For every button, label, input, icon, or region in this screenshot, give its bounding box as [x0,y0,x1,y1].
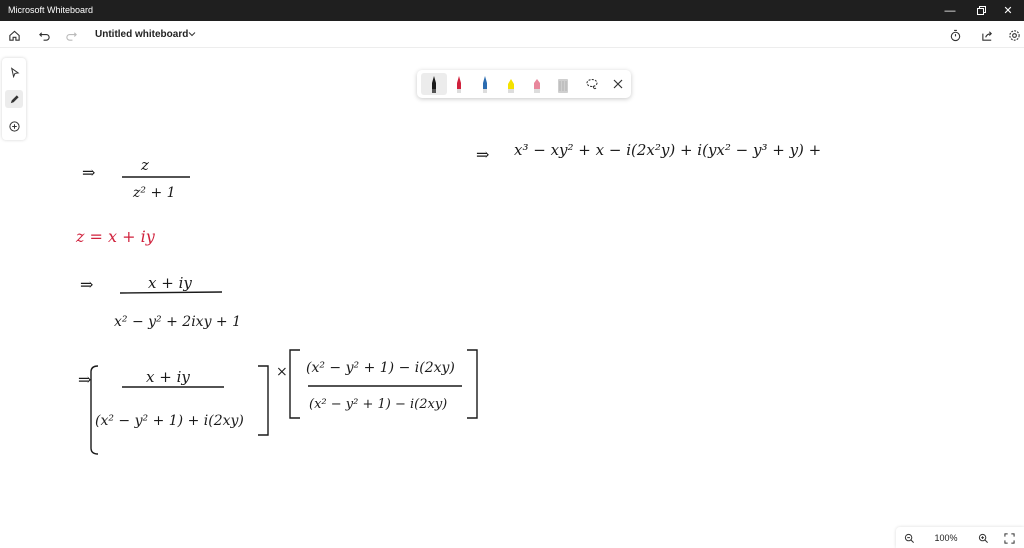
undo-icon [38,31,50,41]
add-circle-icon [8,120,20,132]
undo-button[interactable] [35,26,53,44]
zoom-control: 100% [896,527,1024,548]
chevron-down-icon[interactable] [187,29,197,39]
share-icon [981,30,992,41]
timer-icon [950,29,960,41]
restore-icon [976,6,986,15]
eraser-icon[interactable] [552,73,574,95]
redo-icon [65,31,77,41]
minimize-icon: — [944,4,956,17]
lasso-icon[interactable] [581,73,603,95]
top-toolbar: Untitled whiteboard [0,21,1024,48]
redo-button[interactable] [62,26,80,44]
zoom-in-button[interactable] [974,529,992,547]
close-icon: ✕ [1003,5,1013,17]
app-title: Microsoft Whiteboard [8,5,94,15]
title-bar: Microsoft Whiteboard — ✕ [0,0,1024,21]
yellow-highlighter-icon[interactable] [500,73,522,95]
zoom-out-button[interactable] [900,529,918,547]
inking-tool-button[interactable] [5,90,23,108]
settings-button[interactable] [1005,26,1023,44]
board-name[interactable]: Untitled whiteboard [95,29,188,40]
whiteboard-canvas[interactable] [0,48,1024,548]
black-pen-icon[interactable] [423,73,445,95]
minimize-button[interactable]: — [934,0,966,21]
pen-tray [417,70,631,98]
close-icon[interactable] [607,73,629,95]
zoom-out-icon [904,533,914,543]
blue-pen-icon[interactable] [474,73,496,95]
pen-icon [10,94,19,103]
select-tool-button[interactable] [5,63,23,81]
zoom-level[interactable]: 100% [934,533,958,543]
home-button[interactable] [5,26,23,44]
home-icon [8,30,20,41]
gear-icon [1008,29,1020,41]
fit-screen-icon [1003,532,1015,544]
red-pen-icon[interactable] [448,73,470,95]
select-arrow-icon [10,66,19,78]
tool-sidebar [2,58,26,140]
zoom-in-icon [978,533,988,543]
pink-pen-icon[interactable] [526,73,548,95]
close-window-button[interactable]: ✕ [992,0,1024,21]
add-button[interactable] [5,117,23,135]
share-button[interactable] [978,26,996,44]
fit-to-screen-button[interactable] [1000,529,1018,547]
timer-button[interactable] [946,26,964,44]
